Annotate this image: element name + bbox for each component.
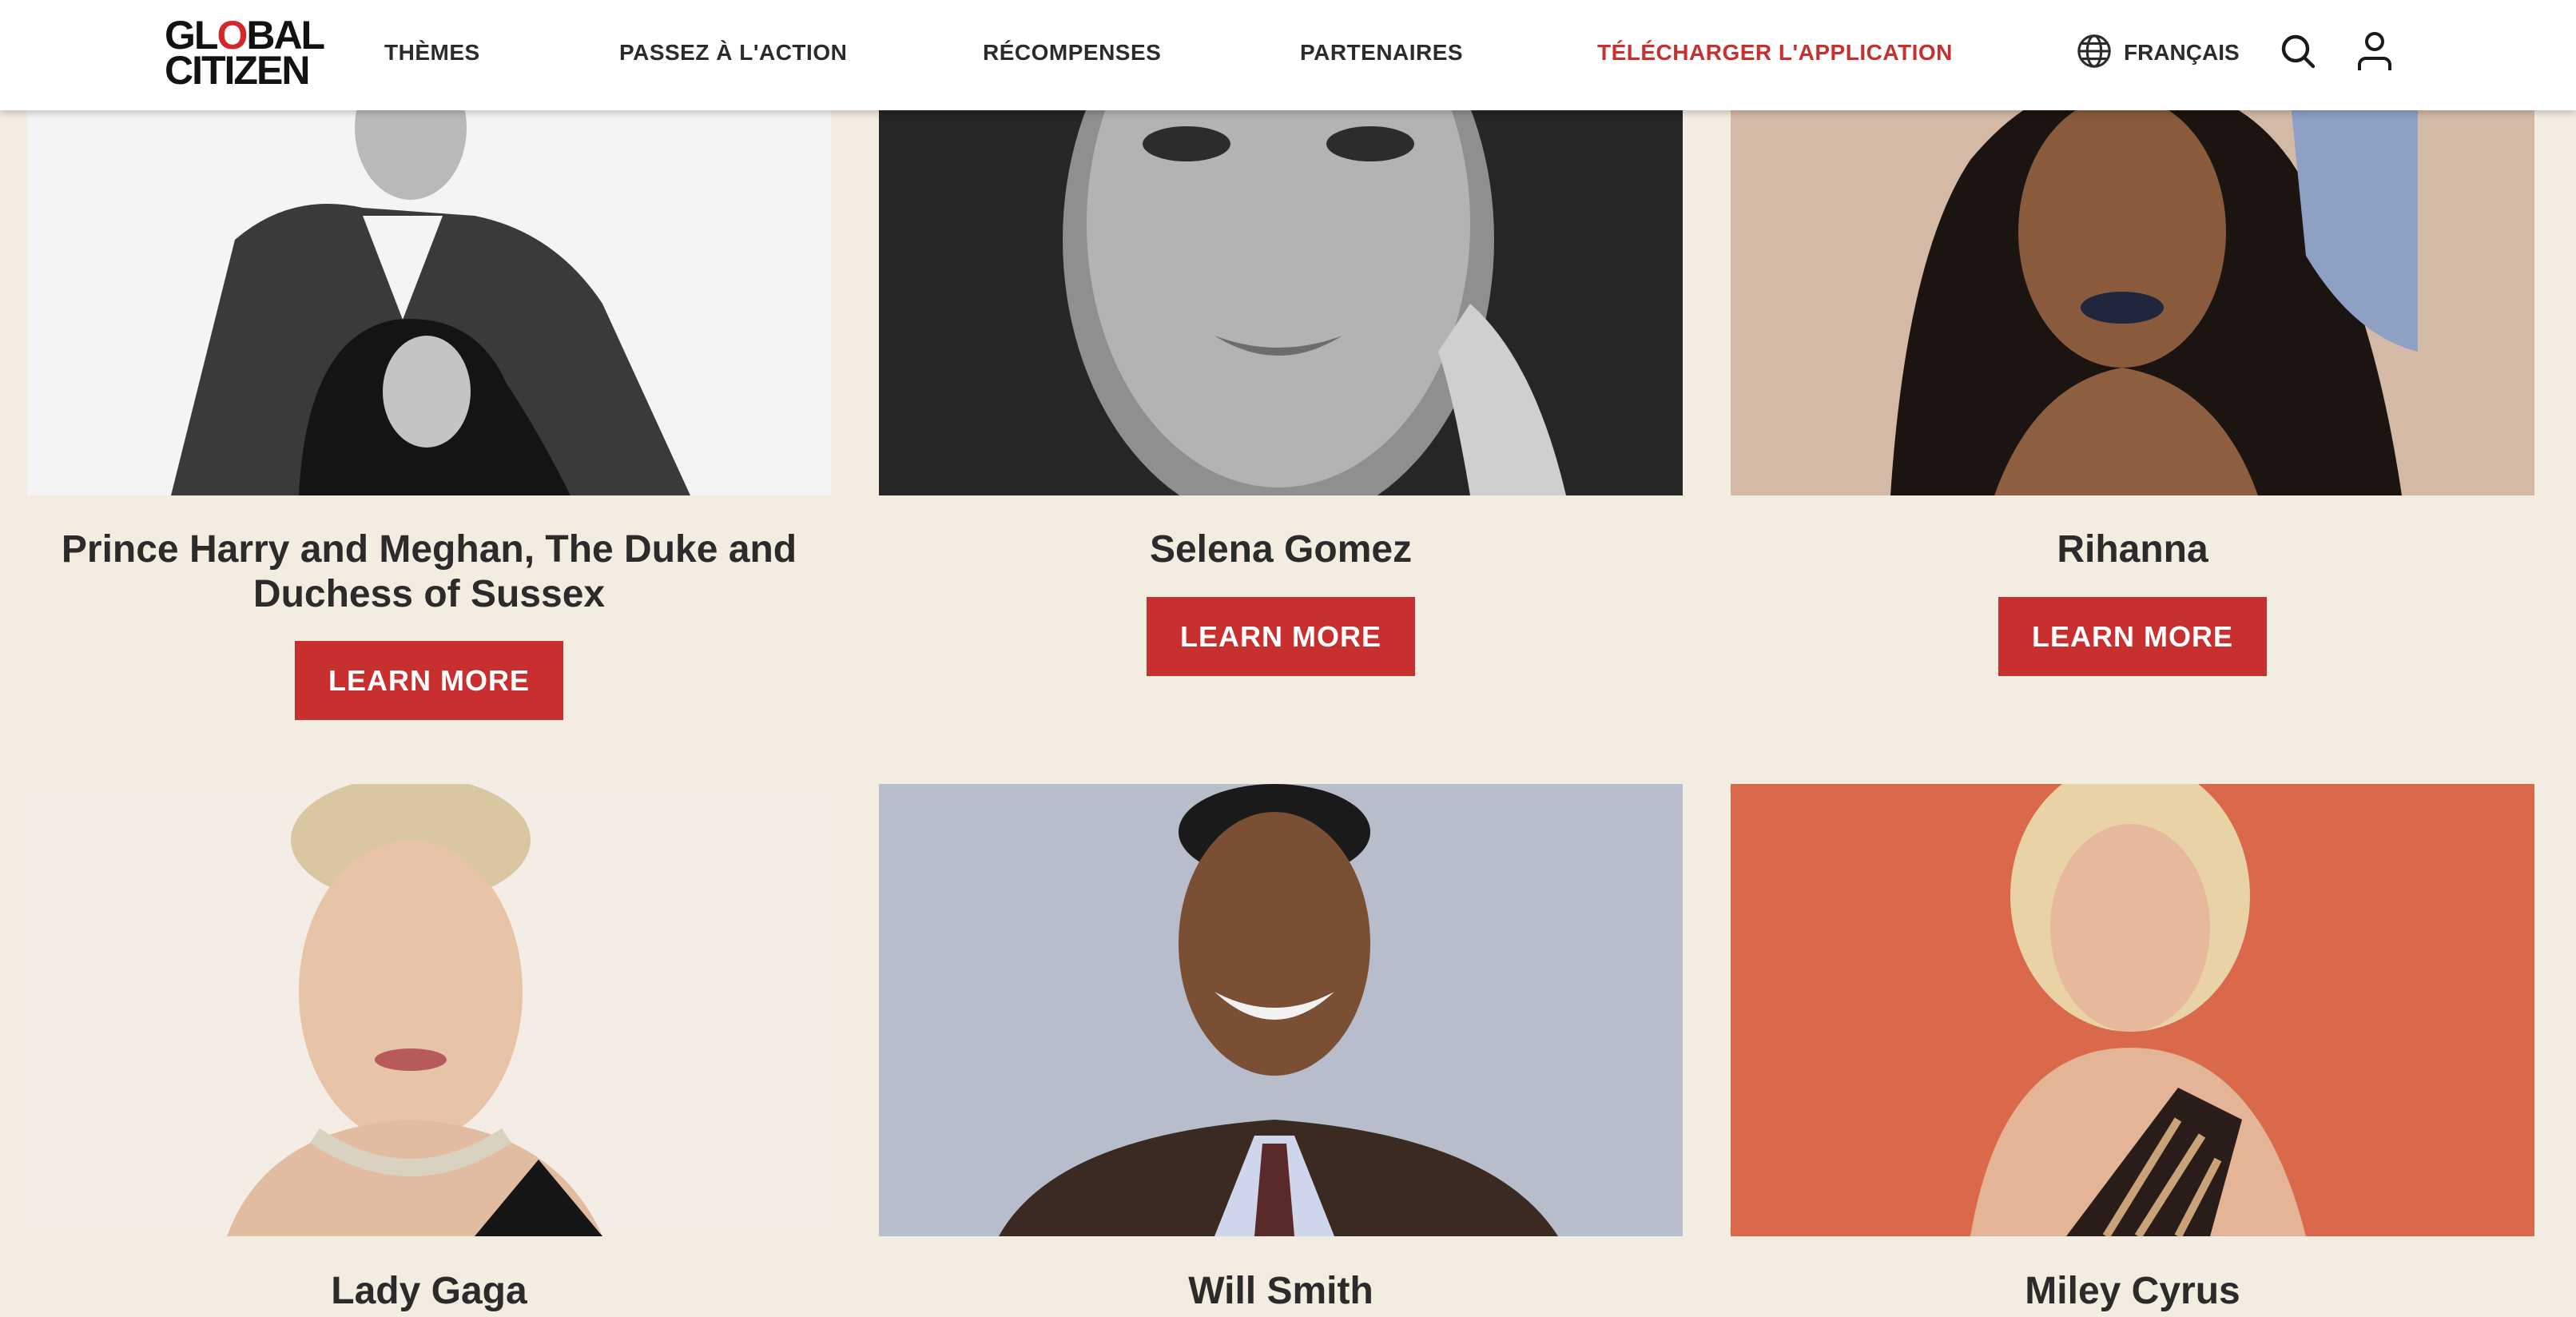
photo-rihanna[interactable] (1731, 96, 2534, 495)
card-name: Lady Gaga (331, 1270, 527, 1312)
nav-take-action[interactable]: PASSEZ À L'ACTION (619, 35, 847, 70)
learn-more-button[interactable]: LEARN MORE (295, 641, 563, 720)
card-name: Rihanna (2057, 528, 2208, 571)
site-header: GLOBAL CITIZEN THÈMES PASSEZ À L'ACTION … (0, 0, 2576, 110)
language-selector[interactable]: FRANÇAIS (2076, 30, 2240, 75)
card-name: Prince Harry and Meghan, The Duke and Du… (61, 528, 797, 615)
photo-harry-meghan[interactable] (27, 96, 831, 495)
nav-download-app[interactable]: TÉLÉCHARGER L'APPLICATION (1597, 35, 1953, 70)
user-icon[interactable] (2352, 29, 2397, 74)
card-name: Miley Cyrus (2025, 1270, 2240, 1312)
photo-miley-cyrus[interactable] (1731, 784, 2534, 1236)
learn-more-button[interactable]: LEARN MORE (1998, 597, 2267, 676)
nav-partners[interactable]: PARTENAIRES (1300, 35, 1463, 70)
card-name: Selena Gomez (1149, 528, 1413, 571)
card-name: Will Smith (1188, 1270, 1373, 1312)
nav-rewards[interactable]: RÉCOMPENSES (983, 35, 1161, 70)
language-label: FRANÇAIS (2124, 40, 2240, 65)
globe-icon (2076, 33, 2113, 74)
search-icon[interactable] (2276, 29, 2320, 74)
photo-lady-gaga[interactable] (27, 784, 831, 1236)
photo-will-smith[interactable] (879, 784, 1683, 1236)
photo-selena-gomez[interactable] (879, 96, 1683, 495)
nav-themes[interactable]: THÈMES (384, 35, 480, 70)
learn-more-button[interactable]: LEARN MORE (1147, 597, 1415, 676)
global-citizen-logo[interactable]: GLOBAL CITIZEN (165, 15, 325, 90)
